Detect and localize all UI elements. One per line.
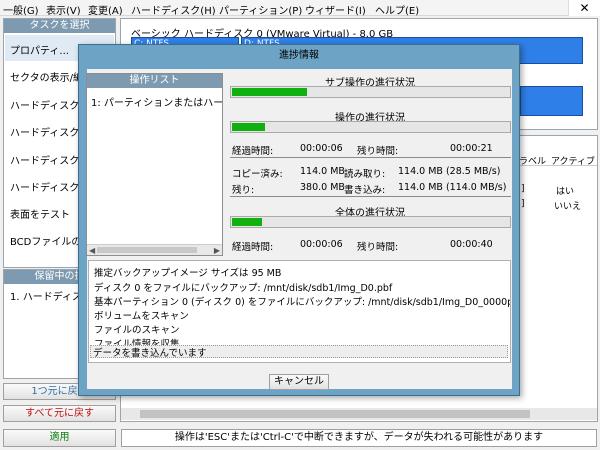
sub-progress-bar — [230, 86, 511, 98]
op-progress-bar — [230, 121, 511, 133]
total-progress-bar — [230, 216, 511, 228]
log-line-3: 基本パーティション 0 (ディスク 0) をファイルにバックアップ: /mnt/… — [94, 297, 511, 308]
task-item-surface-test[interactable]: 表面をテスト — [10, 206, 70, 221]
partition-d-secondary[interactable] — [520, 86, 583, 116]
operation-list-scrollbar[interactable]: ◀ ▶ — [87, 244, 222, 255]
sub-progress-fill — [232, 88, 307, 96]
column-header-label[interactable]: ラベル — [519, 154, 546, 167]
log-line-4: ボリュームをスキャン — [94, 311, 189, 322]
undo-all-button[interactable]: すべて元に戻す — [3, 405, 116, 422]
scroll-left-icon[interactable]: ◀ — [89, 245, 95, 255]
horizontal-scroll-thumb[interactable] — [140, 410, 530, 418]
operation-list-title: 操作リスト — [87, 74, 222, 88]
divider-2 — [230, 196, 511, 197]
total-remaining-value: 00:00:40 — [450, 239, 493, 250]
total-remaining-label: 残り時間: — [357, 242, 399, 253]
op-remaining-label: 残り時間: — [357, 146, 399, 157]
task-panel-title: タスクを選択 — [4, 19, 115, 33]
log-line-5: ファイルのスキャン — [94, 325, 180, 336]
operation-list-item[interactable]: 1: パーティションまたはハード — [91, 94, 222, 109]
read-value: 114.0 MB (28.5 MB/s) — [398, 166, 501, 177]
menu-view[interactable]: 表示(V) — [46, 2, 81, 17]
row-1-active: はい — [556, 187, 575, 197]
op-elapsed-label: 経過時間: — [232, 146, 274, 157]
menu-partition[interactable]: パーティション(P) — [219, 2, 302, 17]
column-header-active[interactable]: アクティブ — [551, 154, 595, 167]
log-line-2: ディスク 0 をファイルにバックアップ: /mnt/disk/sdb1/Img_… — [94, 283, 393, 294]
menu-harddisk[interactable]: ハードディスク(H) — [131, 2, 216, 17]
operation-list: 操作リスト 1: パーティションまたはハード ◀ ▶ — [86, 73, 223, 256]
row-2-label: ] — [521, 199, 525, 209]
close-icon: ✕ — [579, 1, 590, 15]
scroll-right-icon[interactable]: ▶ — [214, 245, 220, 255]
copied-label: コピー済み: — [232, 169, 283, 180]
op-progress-fill — [232, 123, 265, 131]
op-elapsed-value: 00:00:06 — [300, 143, 343, 154]
log-line-1: 推定バックアップイメージ サイズは 95 MB — [94, 268, 282, 279]
menu-change[interactable]: 変更(A) — [88, 2, 123, 17]
menu-bar: 一般(G) 表示(V) 変更(A) ハードディスク(H) パーティション(P) … — [0, 0, 600, 17]
pending-item[interactable]: 1. ハードディス — [10, 288, 82, 303]
dialog-title: 進捗情報 — [279, 50, 319, 61]
operation-list-scroll-thumb[interactable] — [97, 247, 197, 253]
status-bar: 操作は'ESC'または'Ctrl-C'で中断できますが、データが失われる可能性が… — [121, 429, 597, 447]
menu-general[interactable]: 一般(G) — [3, 2, 39, 17]
row-1-label: ] — [521, 184, 525, 194]
read-label: 読み取り: — [344, 169, 386, 180]
remaining-size-value: 380.0 MB — [300, 182, 345, 193]
row-2-active: いいえ — [554, 202, 582, 212]
total-elapsed-label: 経過時間: — [232, 242, 274, 253]
log-line-7: データを書き込んでいます — [93, 348, 207, 359]
task-item-properties[interactable]: プロパティ... — [10, 42, 69, 57]
divider-1 — [230, 157, 511, 158]
close-button[interactable]: ✕ — [568, 0, 600, 16]
cancel-button[interactable]: キャンセル — [269, 374, 329, 390]
apply-button[interactable]: 適用 — [3, 429, 116, 447]
remaining-size-label: 残り: — [232, 185, 255, 196]
write-value: 114.0 MB (114.0 MB/s) — [398, 182, 507, 193]
menu-help[interactable]: ヘルプ(E) — [375, 2, 419, 17]
menu-wizard[interactable]: ウィザード(I) — [305, 2, 366, 17]
copied-value: 114.0 MB — [300, 166, 345, 177]
total-progress-fill — [232, 218, 262, 226]
op-remaining-value: 00:00:21 — [450, 143, 493, 154]
total-elapsed-value: 00:00:06 — [300, 239, 343, 250]
write-label: 書き込み: — [344, 185, 386, 196]
